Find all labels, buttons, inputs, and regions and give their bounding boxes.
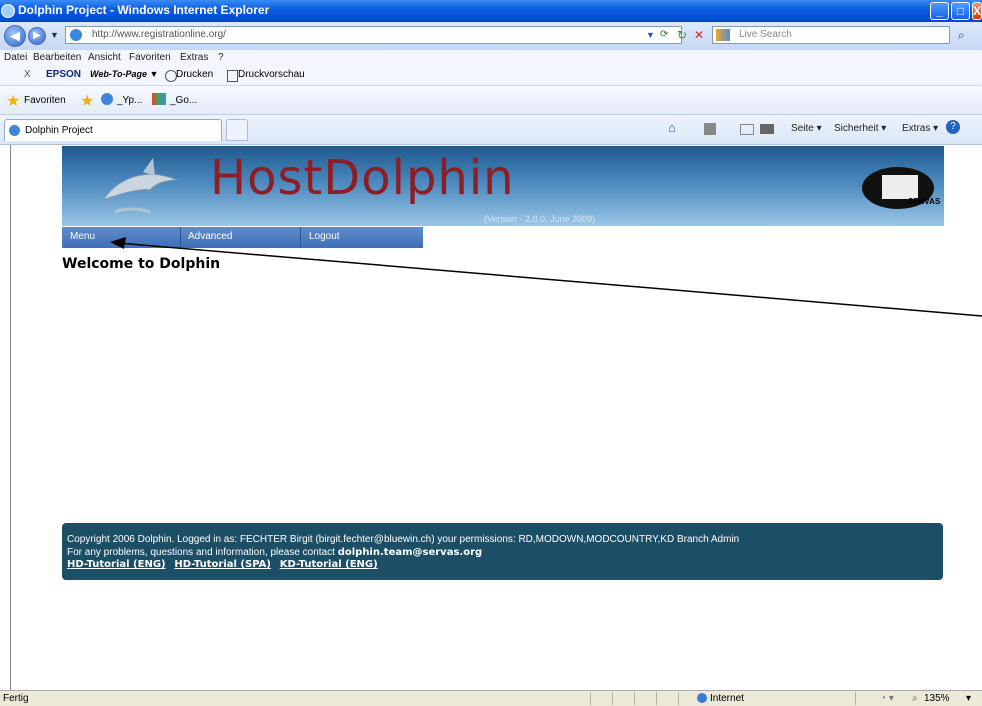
mail-icon[interactable] [740, 124, 754, 135]
site-logo-text: HostDolphin [210, 150, 515, 206]
site-footer: Copyright 2006 Dolphin. Logged in as: FE… [62, 523, 943, 580]
minimize-button[interactable]: _ [930, 2, 949, 20]
security-menu[interactable]: Sicherheit ▾ [834, 123, 886, 134]
feeds-icon[interactable] [704, 123, 716, 135]
history-dropdown-icon[interactable]: ▼ [50, 30, 59, 40]
preview-icon [227, 70, 238, 82]
refresh-icon[interactable]: ↻ [677, 28, 687, 42]
druckvorschau-button[interactable]: Druckvorschau [238, 69, 305, 80]
window-title: Dolphin Project - Windows Internet Explo… [18, 3, 270, 17]
globe-icon [697, 693, 707, 703]
menu-bar: Datei Bearbeiten Ansicht Favoriten Extra… [0, 50, 982, 68]
menu-extras[interactable]: Extras [180, 52, 208, 63]
compat-view-icon[interactable]: ⟳ [660, 29, 668, 40]
address-dropdown-icon[interactable]: ▼ [646, 30, 655, 40]
link-hd-tutorial-spa[interactable]: HD-Tutorial (SPA) [174, 559, 271, 570]
servas-label: SERVAS [908, 197, 941, 206]
dolphin-logo-icon [101, 158, 178, 214]
nav-menu[interactable]: Menu [70, 231, 95, 242]
tools-menu[interactable]: Extras ▾ [902, 123, 938, 134]
search-input[interactable]: Live Search [712, 26, 950, 44]
window-titlebar: Dolphin Project - Windows Internet Explo… [0, 0, 982, 22]
zone-label: Internet [710, 693, 744, 704]
web-to-page-menu[interactable]: Web-To-Page ▼ [90, 69, 158, 79]
tab-dolphin-project[interactable]: Dolphin Project [4, 119, 222, 141]
favorites-bar: ★ Favoriten ★ _Yp... _Go... [0, 86, 982, 115]
version-label: (Version - 2.0.0, June 2009) [484, 214, 596, 224]
favorite-link-yp[interactable]: _Yp... [117, 95, 142, 106]
print-cmd-icon[interactable] [760, 124, 774, 134]
menu-ansicht[interactable]: Ansicht [88, 52, 121, 63]
status-bar: Fertig Internet ◔ ▾ ⌕ 135% ▾ [0, 690, 982, 706]
link-kd-tutorial-eng[interactable]: KD-Tutorial (ENG) [280, 559, 378, 570]
maximize-button[interactable]: □ [951, 2, 970, 20]
zoom-icon: ⌕ [912, 693, 918, 704]
footer-links: HD-Tutorial (ENG) HD-Tutorial (SPA) KD-T… [67, 559, 384, 570]
page-menu[interactable]: Seite ▾ [791, 123, 822, 134]
new-tab-button[interactable] [226, 119, 248, 141]
tab-title: Dolphin Project [25, 125, 93, 136]
favorite-link-go[interactable]: _Go... [170, 95, 197, 106]
back-button[interactable]: ◀ [4, 25, 26, 47]
stop-icon[interactable]: ✕ [694, 28, 704, 42]
favorites-button[interactable]: Favoriten [24, 95, 66, 106]
link-hd-tutorial-eng[interactable]: HD-Tutorial (ENG) [67, 559, 166, 570]
forward-button[interactable]: ▶ [28, 27, 46, 45]
menu-bearbeiten[interactable]: Bearbeiten [33, 52, 81, 63]
ie-tab-icon [9, 125, 20, 136]
live-search-icon [716, 29, 730, 41]
tab-bar: Dolphin Project ⌂ Seite ▾ Sicherheit ▾ E… [0, 115, 982, 145]
status-text: Fertig [3, 693, 29, 704]
nav-advanced[interactable]: Advanced [188, 231, 232, 242]
close-button[interactable]: X [972, 2, 982, 20]
favorites-star-icon: ★ [6, 93, 21, 110]
nav-logout[interactable]: Logout [309, 231, 340, 242]
google-icon [152, 93, 166, 105]
ie-link-icon [101, 93, 113, 105]
menu-favoriten[interactable]: Favoriten [129, 52, 171, 63]
protected-mode-icon[interactable]: ◔ ▾ [880, 693, 894, 704]
site-nav: Menu Advanced Logout [62, 227, 423, 248]
address-input[interactable]: http://www.registrationline.org/ [65, 26, 682, 44]
home-icon[interactable]: ⌂ [668, 120, 676, 135]
epson-toolbar: X EPSON Web-To-Page ▼ Drucken Druckvorsc… [0, 67, 982, 86]
welcome-heading: Welcome to Dolphin [62, 256, 221, 272]
footer-contact-text: For any problems, questions and informat… [67, 547, 338, 558]
footer-contact: For any problems, questions and informat… [67, 547, 482, 558]
footer-contact-email[interactable]: dolphin.team@servas.org [338, 547, 482, 558]
zoom-level[interactable]: 135% [924, 693, 950, 704]
search-go-icon[interactable]: ⌕ [958, 28, 965, 43]
menu-help[interactable]: ? [218, 52, 224, 63]
epson-close-button[interactable]: X [24, 69, 31, 80]
servas-logo: SERVAS [858, 163, 941, 213]
epson-logo: EPSON [46, 69, 82, 80]
help-icon[interactable]: ? [946, 120, 960, 134]
ie-icon [1, 4, 15, 18]
address-toolbar: ◀ ▶ ▼ http://www.registrationline.org/ ▼… [0, 22, 982, 51]
page-icon [70, 29, 82, 41]
drucken-button[interactable]: Drucken [176, 69, 213, 80]
menu-datei[interactable]: Datei [4, 52, 27, 63]
zoom-dropdown-icon[interactable]: ▾ [966, 693, 971, 704]
add-favorite-icon[interactable]: ★ [80, 91, 94, 111]
footer-copyright: Copyright 2006 Dolphin. Logged in as: FE… [67, 534, 740, 545]
